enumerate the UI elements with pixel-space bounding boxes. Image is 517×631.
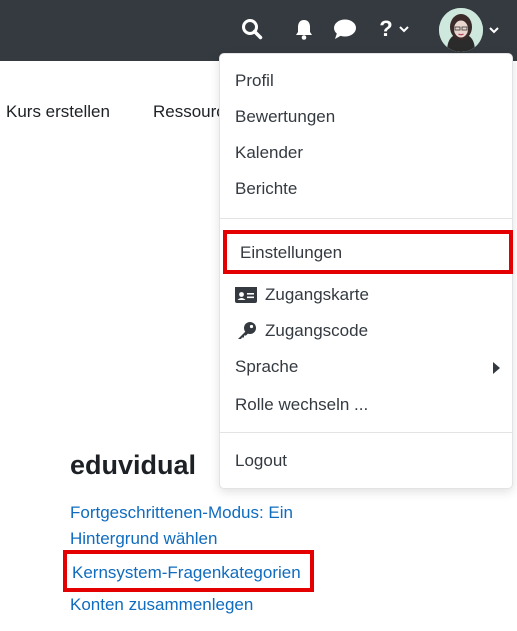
help-label: ? xyxy=(379,16,393,41)
menu-item-zugangskarte-label: Zugangskarte xyxy=(265,285,369,304)
id-card-icon xyxy=(235,286,257,303)
highlight-box xyxy=(63,550,314,592)
menu-item-rolle-wechseln[interactable]: Rolle wechseln ... xyxy=(220,388,512,422)
link-advanced-mode[interactable]: Fortgeschrittenen-Modus: Ein xyxy=(70,503,293,523)
menu-item-sprache-label: Sprache xyxy=(235,357,299,376)
menu-item-bewertungen[interactable]: Bewertungen xyxy=(220,100,512,134)
chevron-down-icon xyxy=(489,26,499,33)
bell-icon xyxy=(296,20,312,40)
highlight-box xyxy=(223,230,513,274)
menu-item-logout[interactable]: Logout xyxy=(220,444,512,478)
user-menu-toggle[interactable] xyxy=(436,7,502,53)
help-menu-button[interactable]: ? xyxy=(374,14,414,44)
link-background[interactable]: Hintergrund wählen xyxy=(70,529,217,549)
avatar xyxy=(439,8,483,52)
search-icon xyxy=(242,19,263,40)
menu-item-zugangscode-label: Zugangscode xyxy=(265,321,369,340)
menu-item-zugangskarte[interactable]: Zugangskarte xyxy=(220,278,512,312)
menu-item-profil[interactable]: Profil xyxy=(220,64,512,98)
link-merge-accounts[interactable]: Konten zusammenlegen xyxy=(70,595,253,615)
menu-divider xyxy=(220,218,512,219)
nav-item-kurs-erstellen[interactable]: Kurs erstellen xyxy=(6,102,110,122)
section-title: eduvidual xyxy=(70,450,197,480)
avatar-image xyxy=(439,8,483,52)
chevron-down-icon xyxy=(399,25,409,32)
menu-item-berichte[interactable]: Berichte xyxy=(220,172,512,206)
menu-item-kalender[interactable]: Kalender xyxy=(220,136,512,170)
top-navbar: ? xyxy=(0,0,517,61)
search-button[interactable] xyxy=(240,16,264,42)
notifications-button[interactable] xyxy=(292,16,316,42)
messages-button[interactable] xyxy=(332,16,358,42)
menu-divider xyxy=(220,432,512,433)
caret-right-icon xyxy=(493,362,500,374)
menu-item-sprache[interactable]: Sprache xyxy=(220,350,512,384)
key-icon xyxy=(238,321,256,339)
chat-icon xyxy=(334,19,356,39)
user-dropdown-menu: Profil Bewertungen Kalender Berichte Ein… xyxy=(219,53,513,489)
menu-item-zugangscode[interactable]: Zugangscode xyxy=(220,314,512,348)
